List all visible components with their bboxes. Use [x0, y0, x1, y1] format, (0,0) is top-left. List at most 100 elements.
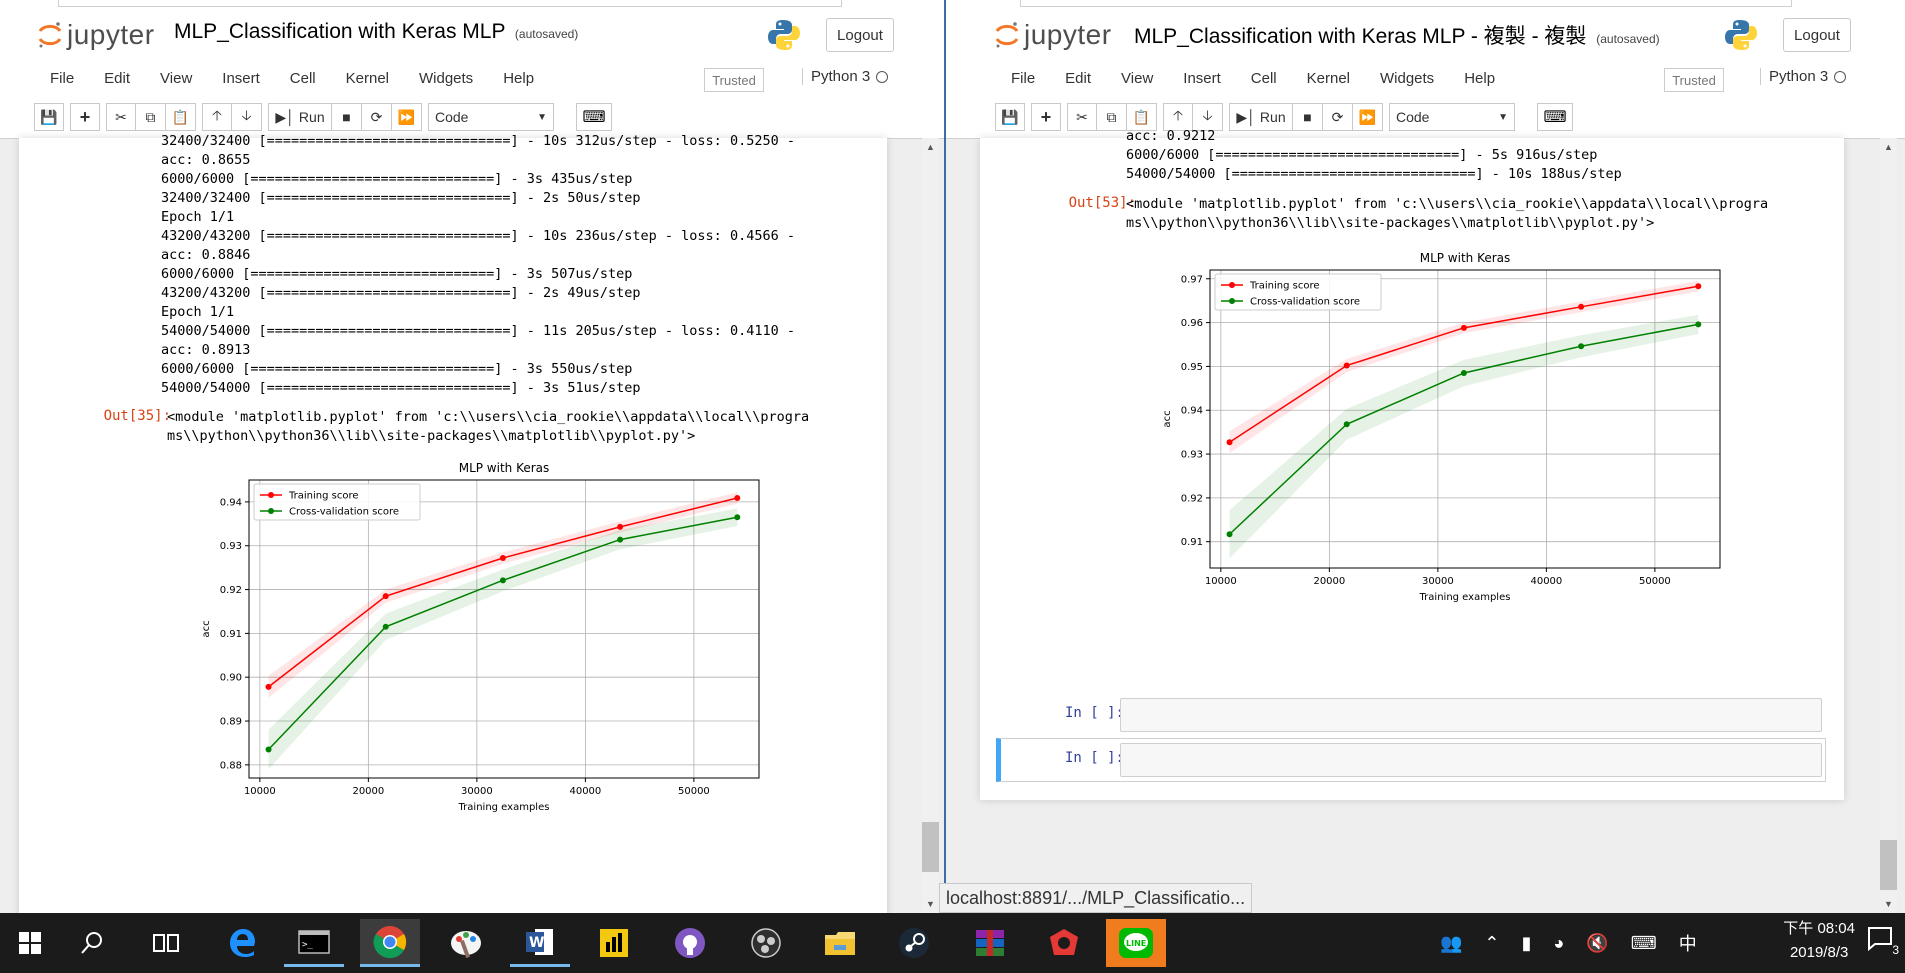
menu-widgets[interactable]: Widgets [419, 70, 473, 87]
data-point [1578, 343, 1585, 350]
edge-icon[interactable] [212, 919, 272, 967]
save-icon[interactable]: 💾 [995, 103, 1025, 131]
x-tick-label: 40000 [1530, 576, 1562, 587]
paste-icon[interactable]: 📋 [166, 103, 196, 131]
notebook-name[interactable]: MLP_Classification with Keras MLP [174, 20, 505, 43]
chrome-icon[interactable] [360, 919, 420, 967]
chevron-down-icon: ▼ [537, 111, 547, 123]
svg-text:W: W [529, 935, 544, 951]
legend-label: Training score [1249, 281, 1320, 292]
notebook-title[interactable]: MLP_Classification with Keras MLP (autos… [174, 20, 578, 44]
logout-button[interactable]: Logout [1783, 18, 1851, 52]
menu-bar: File Edit View Insert Cell Kernel Widget… [1011, 63, 1525, 93]
move-up-icon[interactable]: 🡡 [202, 103, 232, 131]
interrupt-icon[interactable]: ■ [332, 103, 362, 131]
menu-view[interactable]: View [1121, 70, 1153, 87]
menu-kernel[interactable]: Kernel [1307, 70, 1350, 87]
ime-indicator[interactable]: 中 [1679, 930, 1697, 956]
cell-type-select[interactable]: Code ▼ [428, 103, 554, 131]
notebook-title[interactable]: MLP_Classification with Keras MLP - 複製 -… [1134, 20, 1660, 50]
scroll-down-icon[interactable]: ▼ [1884, 899, 1893, 909]
github-icon[interactable] [660, 919, 720, 967]
volume-muted-icon[interactable]: 🔇 [1586, 933, 1608, 954]
menu-insert[interactable]: Insert [222, 70, 260, 87]
word-icon[interactable]: W [510, 919, 570, 967]
steam-icon[interactable] [884, 919, 944, 967]
explorer-icon[interactable] [810, 919, 870, 967]
python-logo-icon [768, 20, 800, 50]
menu-view[interactable]: View [160, 70, 192, 87]
chevron-up-icon[interactable]: ⌃ [1484, 933, 1499, 954]
clock-date: 2019/8/3 [1789, 944, 1849, 961]
taskbar-clock[interactable]: 下午 08:04 2019/8/3 [1783, 917, 1855, 965]
plot-frame [1209, 269, 1721, 569]
y-tick-label: 0.91 [220, 629, 242, 640]
scrollbar-left[interactable]: ▲ ▼ [922, 138, 939, 913]
move-down-icon[interactable]: 🡣 [232, 103, 262, 131]
search-icon[interactable] [62, 919, 122, 967]
copy-icon[interactable]: ⧉ [1097, 103, 1127, 131]
winrar-icon[interactable] [960, 919, 1020, 967]
restart-icon[interactable]: ⟳ [362, 103, 392, 131]
menu-file[interactable]: File [1011, 70, 1035, 87]
cut-icon[interactable]: ✂ [106, 103, 136, 131]
x-axis-label: Training examples [1419, 592, 1511, 603]
y-tick-label: 0.93 [1181, 450, 1203, 461]
menu-help[interactable]: Help [503, 70, 534, 87]
line-icon[interactable]: LINE [1106, 919, 1166, 967]
data-point [1695, 321, 1702, 328]
menu-kernel[interactable]: Kernel [346, 70, 389, 87]
people-icon[interactable]: 👥 [1440, 933, 1462, 954]
scrollbar-thumb-right[interactable] [1880, 840, 1897, 890]
run-button[interactable]: ▶│ Run [268, 103, 332, 131]
insert-cell-icon[interactable]: + [1031, 103, 1061, 131]
legend-label: Cross-validation score [289, 507, 399, 518]
keyboard-icon[interactable]: ⌨ [576, 103, 612, 131]
menu-edit[interactable]: Edit [104, 70, 130, 87]
keyboard-icon[interactable]: ⌨ [1631, 933, 1657, 954]
code-cell-input-selected[interactable] [1120, 743, 1822, 777]
run-label: Run [1259, 109, 1286, 125]
scroll-up-icon[interactable]: ▲ [1884, 142, 1893, 152]
x-tick-label: 20000 [352, 786, 384, 797]
menu-file[interactable]: File [50, 70, 74, 87]
menu-help[interactable]: Help [1464, 70, 1495, 87]
menu-cell[interactable]: Cell [290, 70, 316, 87]
paint-icon[interactable] [436, 919, 496, 967]
menu-widgets[interactable]: Widgets [1380, 70, 1434, 87]
kernel-indicator[interactable]: Python 3 [802, 68, 889, 85]
fast-forward-icon[interactable]: ⏩ [392, 103, 422, 131]
powerbi-icon[interactable] [584, 919, 644, 967]
notebook-name[interactable]: MLP_Classification with Keras MLP - 複製 -… [1134, 25, 1586, 48]
menu-cell[interactable]: Cell [1251, 70, 1277, 87]
obs-icon[interactable] [736, 919, 796, 967]
garena-icon[interactable] [1034, 919, 1094, 967]
save-icon[interactable]: 💾 [34, 103, 64, 131]
menu-insert[interactable]: Insert [1183, 70, 1221, 87]
data-point [1695, 283, 1702, 290]
scrollbar-thumb-left[interactable] [922, 822, 939, 872]
jupyter-logo[interactable]: jupyter [37, 18, 155, 52]
battery-icon[interactable]: ▮ [1522, 933, 1532, 954]
start-icon[interactable] [0, 919, 60, 967]
code-cell-input[interactable] [1120, 698, 1822, 732]
logout-button[interactable]: Logout [826, 18, 894, 52]
jupyter-logo[interactable]: jupyter [994, 18, 1112, 52]
trusted-indicator[interactable]: Trusted [704, 68, 764, 92]
scroll-down-icon[interactable]: ▼ [926, 899, 935, 909]
y-axis-label: acc [1162, 410, 1173, 427]
x-tick-label: 50000 [678, 786, 710, 797]
y-tick-label: 0.91 [1181, 537, 1203, 548]
wifi-icon[interactable]: ◕ [1553, 933, 1564, 954]
copy-icon[interactable]: ⧉ [136, 103, 166, 131]
cut-icon[interactable]: ✂ [1067, 103, 1097, 131]
notification-center-icon[interactable]: 3 [1867, 925, 1899, 957]
insert-cell-icon[interactable]: + [70, 103, 100, 131]
trusted-indicator[interactable]: Trusted [1664, 68, 1724, 92]
task-view-icon[interactable] [136, 919, 196, 967]
scrollbar-right[interactable]: ▲ ▼ [1880, 138, 1897, 913]
menu-edit[interactable]: Edit [1065, 70, 1091, 87]
kernel-indicator[interactable]: Python 3 [1760, 68, 1847, 85]
cmd-icon[interactable]: >_ [284, 919, 344, 967]
scroll-up-icon[interactable]: ▲ [926, 142, 935, 152]
